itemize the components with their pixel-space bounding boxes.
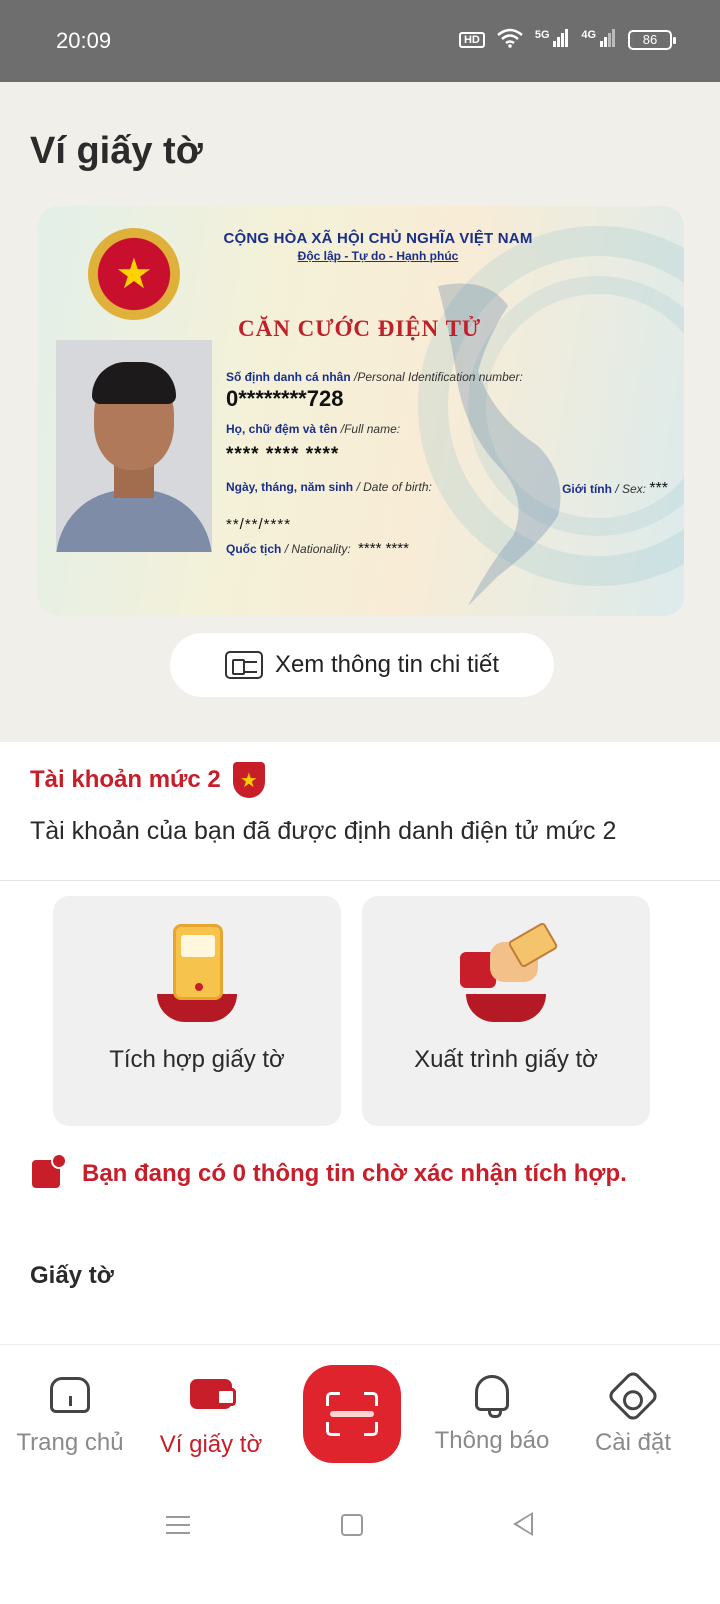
nationality-value: **** **** bbox=[358, 540, 409, 557]
nav-settings-label: Cài đặt bbox=[594, 1429, 672, 1456]
back-triangle-icon[interactable] bbox=[513, 1512, 533, 1536]
nationality-label-en: / Nationality: bbox=[284, 542, 351, 556]
recent-apps-icon[interactable] bbox=[166, 1516, 190, 1534]
illustration-base bbox=[466, 994, 546, 1022]
phone-dot bbox=[195, 983, 203, 991]
portrait-photo bbox=[56, 340, 212, 552]
sex-value: *** bbox=[649, 480, 668, 497]
card-country: CỘNG HÒA XÃ HỘI CHỦ NGHĨA VIỆT NAM bbox=[223, 230, 533, 247]
present-documents-card[interactable]: Xuất trình giấy tờ bbox=[362, 896, 650, 1126]
scan-button[interactable] bbox=[303, 1365, 401, 1463]
card-type: CĂN CƯỚC ĐIỆN TỬ bbox=[238, 316, 482, 341]
id-label-en: /Personal Identification number: bbox=[354, 370, 523, 384]
sex-label: Giới tính / Sex: *** bbox=[562, 480, 668, 498]
signal-4g-label: 4G bbox=[581, 29, 597, 41]
nav-notifications[interactable]: Thông báo bbox=[422, 1373, 562, 1455]
home-icon bbox=[48, 1377, 92, 1421]
signal-5g-icon: 5G bbox=[535, 29, 570, 50]
scan-icon bbox=[326, 1392, 378, 1436]
nationality-label-vi: Quốc tịch bbox=[226, 542, 282, 556]
nav-home[interactable]: Trang chủ bbox=[0, 1373, 140, 1457]
page-title: Ví giấy tờ bbox=[30, 130, 203, 172]
dob-label-en: / Date of birth: bbox=[356, 480, 432, 494]
status-bar: 20:09 HD 5G 4G 86 bbox=[0, 0, 720, 82]
integrate-documents-card[interactable]: Tích hợp giấy tờ bbox=[53, 896, 341, 1126]
pending-integration-notice[interactable]: Bạn đang có 0 thông tin chờ xác nhận tíc… bbox=[32, 1153, 627, 1188]
sex-label-en: / Sex: bbox=[615, 482, 646, 496]
status-icons: HD 5G 4G 86 bbox=[458, 28, 676, 51]
notification-badge-icon bbox=[32, 1153, 67, 1188]
system-navigation-bar bbox=[0, 1504, 720, 1604]
nav-wallet-label: Ví giấy tờ bbox=[159, 1431, 263, 1458]
id-card[interactable]: ★ CỘNG HÒA XÃ HỘI CHỦ NGHĨA VIỆT NAM Độc… bbox=[38, 206, 684, 616]
card-header: CỘNG HÒA XÃ HỘI CHỦ NGHĨA VIỆT NAM Độc l… bbox=[218, 230, 538, 263]
bell-icon bbox=[470, 1375, 514, 1419]
nav-settings[interactable]: Cài đặt bbox=[563, 1369, 703, 1457]
phone-screen bbox=[181, 935, 215, 957]
settings-icon bbox=[606, 1369, 660, 1423]
pending-integration-text: Bạn đang có 0 thông tin chờ xác nhận tíc… bbox=[82, 1160, 627, 1187]
view-details-label: Xem thông tin chi tiết bbox=[274, 651, 500, 678]
account-level-title: Tài khoản mức 2 ★ bbox=[30, 762, 265, 798]
name-value: **** **** **** bbox=[226, 444, 340, 465]
id-number: 0********728 bbox=[226, 386, 344, 411]
dob-value: **/**/**** bbox=[226, 516, 292, 533]
signal-5g-label: 5G bbox=[534, 29, 550, 41]
wifi-icon bbox=[497, 28, 523, 51]
integrate-documents-label: Tích hợp giấy tờ bbox=[109, 1046, 285, 1073]
dob-label-vi: Ngày, tháng, năm sinh bbox=[226, 480, 354, 494]
status-time: 20:09 bbox=[56, 28, 112, 53]
name-label-vi: Họ, chữ đệm và tên bbox=[226, 422, 338, 436]
account-level-description: Tài khoản của bạn đã được định danh điện… bbox=[30, 817, 617, 845]
phone-document-icon bbox=[173, 924, 223, 1000]
nav-home-label: Trang chủ bbox=[16, 1429, 124, 1456]
id-label-vi: Số định danh cá nhân bbox=[226, 370, 351, 384]
view-details-button[interactable]: Xem thông tin chi tiết bbox=[170, 633, 554, 697]
nationality-label: Quốc tịch / Nationality: **** **** bbox=[226, 540, 409, 557]
battery-icon: 86 bbox=[628, 29, 676, 50]
card-motto: Độc lập - Tự do - Hạnh phúc bbox=[297, 249, 459, 263]
wallet-icon bbox=[189, 1379, 236, 1423]
national-emblem-icon: ★ bbox=[88, 228, 180, 320]
signal-4g-icon: 4G bbox=[581, 29, 616, 50]
photo-hair bbox=[92, 362, 176, 404]
documents-section-title: Giấy tờ bbox=[30, 1262, 114, 1289]
divider bbox=[0, 880, 720, 881]
dob-label: Ngày, tháng, năm sinh / Date of birth: bbox=[226, 480, 432, 498]
nav-wallet[interactable]: Ví giấy tờ bbox=[141, 1373, 281, 1459]
dob-sex-row: Ngày, tháng, năm sinh / Date of birth: G… bbox=[226, 480, 668, 498]
account-level-label: Tài khoản mức 2 bbox=[30, 766, 221, 793]
shield-star-icon: ★ bbox=[232, 762, 265, 798]
id-card-icon bbox=[224, 651, 263, 679]
photo-body bbox=[56, 490, 212, 552]
home-square-icon[interactable] bbox=[341, 1514, 363, 1536]
id-number-label: Số định danh cá nhân /Personal Identific… bbox=[226, 370, 668, 384]
name-label: Họ, chữ đệm và tên /Full name: bbox=[226, 422, 668, 436]
hd-icon: HD bbox=[458, 31, 485, 48]
nav-notifications-label: Thông báo bbox=[434, 1427, 550, 1454]
sex-label-vi: Giới tính bbox=[562, 482, 612, 496]
card-fields: Số định danh cá nhân /Personal Identific… bbox=[226, 370, 668, 498]
present-documents-label: Xuất trình giấy tờ bbox=[414, 1046, 598, 1073]
name-label-en: /Full name: bbox=[340, 422, 401, 436]
